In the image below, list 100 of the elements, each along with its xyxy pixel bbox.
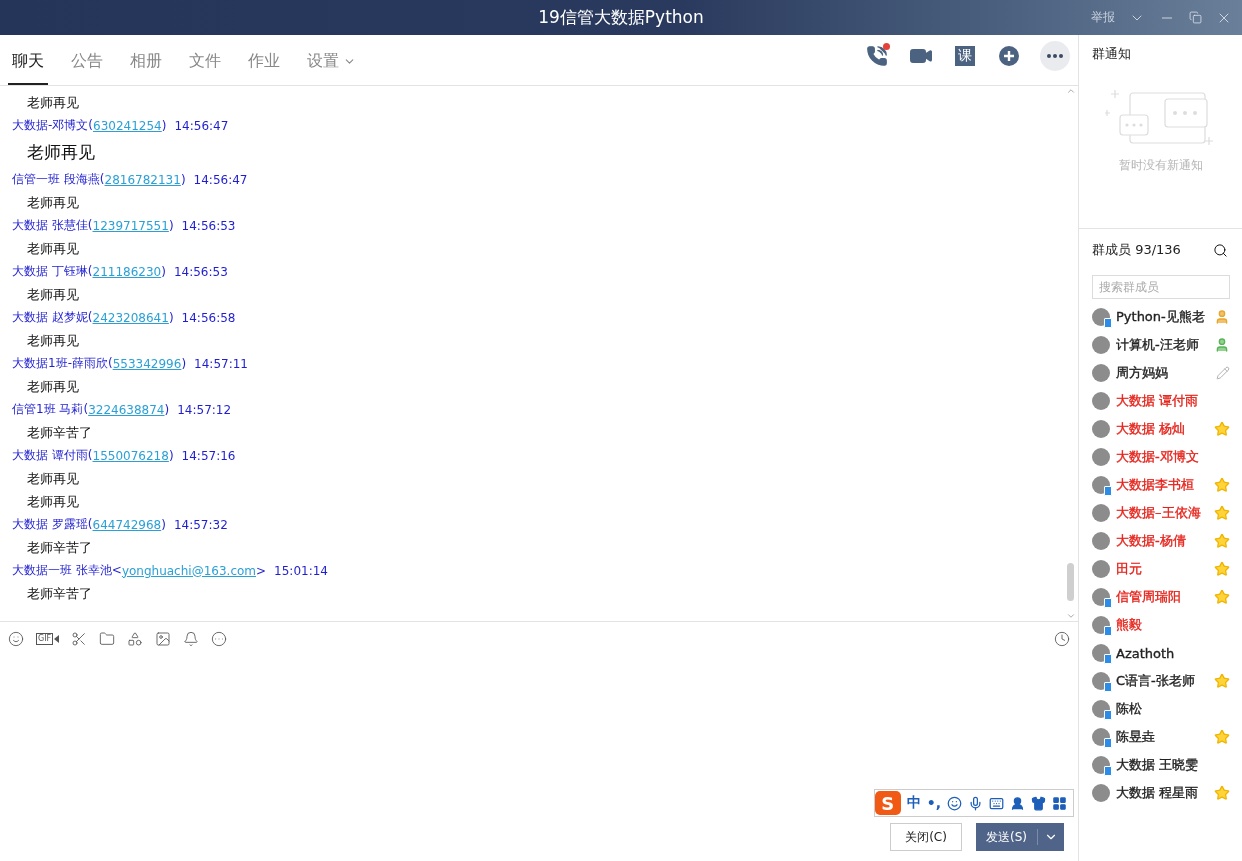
tab[interactable]: 聊天 — [8, 40, 48, 85]
course-button[interactable]: 课 — [955, 46, 975, 66]
member-name[interactable]: Azathoth — [1116, 645, 1230, 661]
close-button[interactable]: 关闭(C) — [890, 823, 962, 851]
bracket: ) — [161, 118, 167, 133]
send-button[interactable]: 发送(S) — [976, 823, 1064, 851]
sender-id-link[interactable]: yonghuachi@163.com — [121, 563, 256, 578]
member-name[interactable]: 大数据 杨灿 — [1116, 420, 1208, 438]
ime-mode[interactable]: 中 — [906, 794, 921, 812]
scrollbar-thumb[interactable] — [1067, 563, 1074, 601]
bracket: ) — [168, 218, 174, 233]
member-name[interactable]: 信管周瑞阳 — [1116, 588, 1208, 606]
avatar[interactable] — [1092, 728, 1110, 746]
microphone-icon[interactable] — [968, 795, 983, 811]
sender-id-link[interactable]: 2423208641 — [92, 310, 169, 325]
report-link[interactable]: 举报 — [1091, 9, 1115, 26]
avatar[interactable] — [1092, 756, 1110, 774]
avatar[interactable] — [1092, 560, 1110, 578]
scroll-up-icon[interactable] — [1065, 86, 1076, 96]
avatar[interactable] — [1092, 392, 1110, 410]
bracket: ) — [161, 264, 166, 279]
avatar[interactable] — [1092, 476, 1110, 494]
bracket: > — [256, 563, 267, 578]
scroll-down-icon[interactable] — [1065, 611, 1076, 621]
star-icon — [1214, 589, 1230, 605]
sender-id-link[interactable]: 553342996 — [112, 356, 182, 371]
member-name[interactable]: 大数据-杨倩 — [1116, 532, 1208, 550]
member-search-field[interactable]: 搜索群成员 — [1092, 275, 1230, 299]
admin-icon — [1214, 337, 1230, 353]
avatar[interactable] — [1092, 448, 1110, 466]
more-button[interactable] — [1040, 41, 1070, 71]
member-name[interactable]: 大数据 程星雨 — [1116, 784, 1208, 802]
keyboard-icon[interactable] — [989, 795, 1004, 811]
star-icon — [1214, 673, 1230, 689]
tab[interactable]: 相册 — [126, 40, 166, 85]
avatar[interactable] — [1092, 700, 1110, 718]
avatar[interactable] — [1092, 532, 1110, 550]
message-time: 14:57:12 — [177, 402, 232, 417]
grid-icon[interactable] — [1052, 795, 1067, 811]
member-name[interactable]: C语言-张老师 — [1116, 672, 1208, 690]
bell-icon[interactable] — [183, 631, 200, 647]
avatar[interactable] — [1092, 308, 1110, 326]
member-name[interactable]: 大数据 谭付雨 — [1116, 392, 1230, 410]
search-icon[interactable] — [1213, 242, 1228, 258]
punctuation-toggle[interactable]: •, — [926, 795, 941, 811]
clock-icon[interactable] — [1054, 631, 1070, 647]
member-name[interactable]: 大数据 王晓雯 — [1116, 756, 1230, 774]
ime-toolbar[interactable]: S 中 •, — [873, 789, 1074, 817]
avatar[interactable] — [1092, 672, 1110, 690]
star-icon — [1214, 421, 1230, 437]
sender-name: 大数据1班-薛雨欣( — [12, 355, 113, 372]
shirt-icon[interactable] — [1031, 795, 1046, 811]
member-name[interactable]: 熊毅 — [1116, 616, 1230, 634]
avatar[interactable] — [1092, 644, 1110, 662]
bracket: ) — [180, 172, 186, 187]
avatar[interactable] — [1092, 336, 1110, 354]
member-name[interactable]: 大数据-邓博文 — [1116, 448, 1230, 466]
avatar[interactable] — [1092, 588, 1110, 606]
sender-id-link[interactable]: 630241254 — [93, 118, 162, 133]
add-icon[interactable] — [996, 43, 1022, 69]
sender-id-link[interactable]: 211186230 — [92, 264, 162, 279]
member-name[interactable]: Python-见熊老 — [1116, 308, 1208, 326]
member-name[interactable]: 周方妈妈 — [1116, 364, 1210, 382]
member-name[interactable]: 陈昱垚 — [1116, 728, 1208, 746]
emoji-icon[interactable] — [947, 795, 962, 811]
message-text: 老师再见 — [27, 141, 95, 164]
sender-id-link[interactable]: 644742968 — [92, 517, 162, 532]
image-icon[interactable] — [155, 631, 172, 647]
member-name[interactable]: 计算机-汪老师 — [1116, 336, 1208, 354]
tab[interactable]: 公告 — [67, 40, 107, 85]
folder-icon[interactable] — [99, 631, 116, 647]
avatar[interactable] — [1092, 784, 1110, 802]
window-title: 19信管大数据Python — [538, 6, 704, 29]
avatar[interactable] — [1092, 616, 1110, 634]
tab[interactable]: 作业 — [244, 40, 284, 85]
sender-id-link[interactable]: 1239717551 — [92, 218, 169, 233]
member-name[interactable]: 陈松 — [1116, 700, 1230, 718]
member-name[interactable]: 田元 — [1116, 560, 1208, 578]
avatar[interactable] — [1092, 504, 1110, 522]
more-icon[interactable] — [211, 631, 228, 647]
sender-id-link[interactable]: 3224638874 — [88, 402, 165, 417]
tab[interactable]: 设置 — [303, 40, 360, 85]
user-icon[interactable] — [1010, 795, 1025, 811]
unread-dot — [883, 43, 890, 50]
emoji-icon[interactable] — [8, 631, 24, 647]
avatar[interactable] — [1092, 364, 1110, 382]
message-time: 14:56:53 — [181, 218, 236, 233]
shapes-icon[interactable] — [127, 631, 144, 647]
sender-id-link[interactable]: 2816782131 — [104, 172, 181, 187]
sender-id-link[interactable]: 1550076218 — [92, 448, 169, 463]
member-name[interactable]: 大数据–王依海 — [1116, 504, 1208, 522]
message-input[interactable]: S 中 •, 关闭(C) 发送(S) — [0, 656, 1078, 861]
tab[interactable]: 文件 — [185, 40, 225, 85]
message-time: 14:56:53 — [173, 264, 228, 279]
restore-icon[interactable] — [1189, 11, 1202, 24]
sender-name: 大数据 罗露瑶( — [12, 516, 93, 533]
avatar[interactable] — [1092, 420, 1110, 438]
member-name[interactable]: 大数据李书桓 — [1116, 476, 1208, 494]
scissors-icon[interactable] — [71, 631, 88, 647]
phone-call-icon[interactable] — [864, 43, 890, 69]
